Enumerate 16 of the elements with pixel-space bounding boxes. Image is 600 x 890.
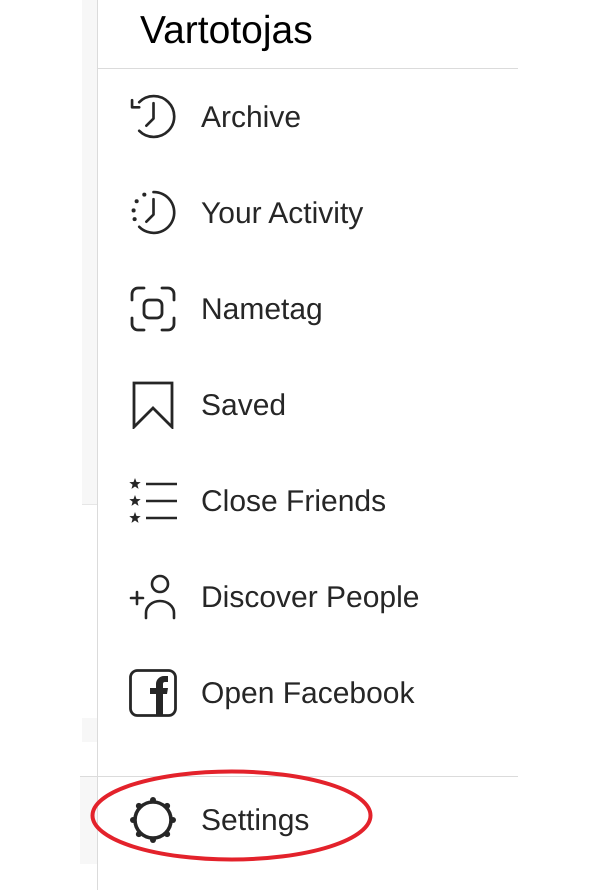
menu-item[interactable]: Open Facebook [98, 645, 518, 741]
add-person-icon [129, 573, 177, 621]
page-title: Vartotojas [140, 10, 313, 50]
dotted-clock-icon [129, 189, 177, 237]
menu-item[interactable]: Archive [98, 69, 518, 165]
menu-item[interactable]: Saved [98, 357, 518, 453]
settings-icon [129, 796, 177, 844]
starred-list-icon [129, 477, 177, 525]
menu-item[interactable]: Discover People [98, 549, 518, 645]
f-square-icon [129, 669, 177, 717]
menu-item[interactable]: Close Friends [98, 453, 518, 549]
sidebar-edge-background [82, 718, 97, 742]
menu-item[interactable]: Your Activity [98, 165, 518, 261]
scan-frame-icon [129, 285, 177, 333]
history-clock-icon [129, 93, 177, 141]
menu-item[interactable]: Nametag [98, 261, 518, 357]
